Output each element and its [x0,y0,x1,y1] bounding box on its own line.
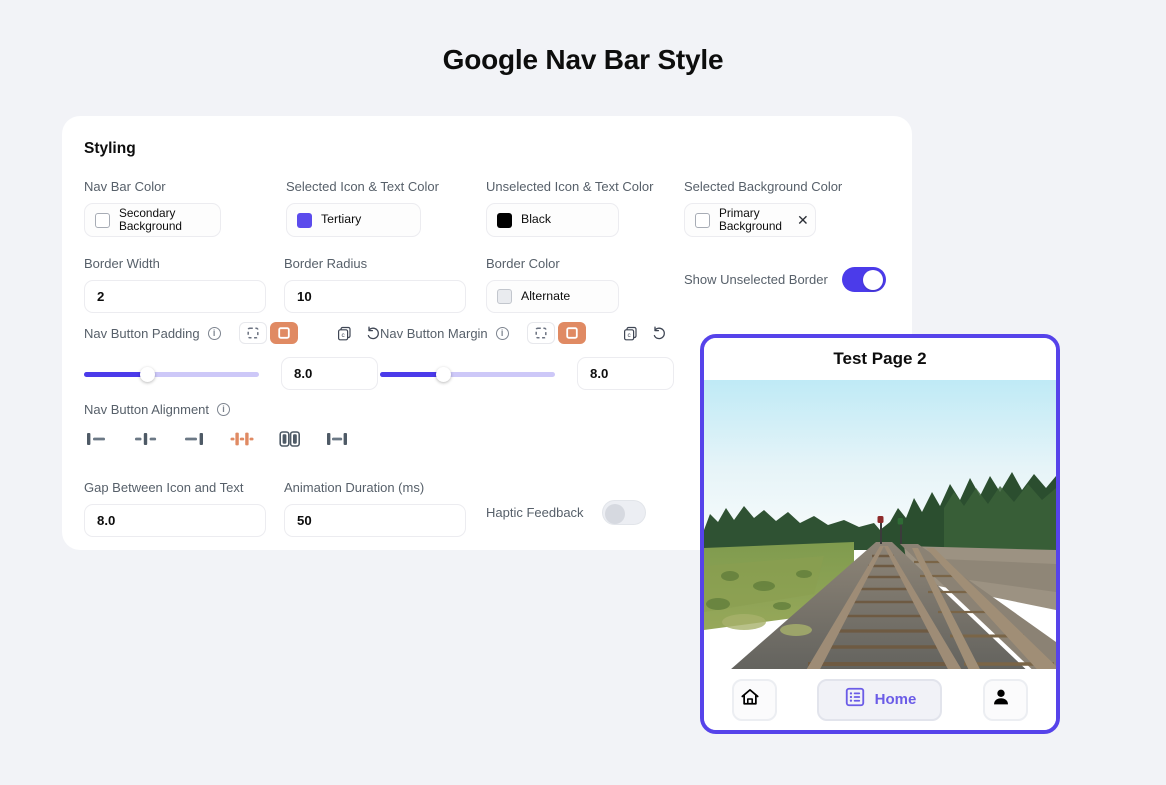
color-swatch-secondary-background [95,212,110,228]
label-nav-button-alignment: Nav Button Alignment [84,402,210,417]
color-picker-unselected-icon-text-color[interactable]: Black [486,203,619,237]
label-border-radius: Border Radius [284,256,368,271]
space-evenly-icon[interactable] [276,428,304,450]
slider-fill [84,371,147,377]
nav-button-margin-slider[interactable] [380,364,555,384]
field-haptic-feedback: Haptic Feedback [486,500,646,525]
field-show-unselected-border: Show Unselected Border [684,267,886,292]
field-nav-bar-color: Nav Bar Color Secondary Background [84,179,221,237]
color-picker-selected-icon-text-color[interactable]: Tertiary [286,203,421,237]
field-selected-background-color: Selected Background Color Primary Backgr… [684,179,842,237]
haptic-feedback-toggle[interactable] [601,500,646,525]
nav-item-home-outline[interactable] [732,678,778,721]
label-nav-button-padding: Nav Button Padding [84,325,200,341]
nav-button-margin-value-input[interactable]: 8.0 [577,357,674,390]
field-unselected-icon-text-color: Unselected Icon & Text Color Black [486,179,653,237]
gap-icon-text-input[interactable]: 8.0 [84,504,266,537]
preview-page-title: Test Page 2 [704,338,1056,380]
field-border-width: Border Width 2 [84,256,266,313]
field-selected-icon-text-color: Selected Icon & Text Color Tertiary [286,179,439,237]
field-gap-icon-text: Gap Between Icon and Text 8.0 [84,480,266,537]
close-icon[interactable]: ✕ [791,213,809,227]
align-start-icon[interactable] [84,428,112,450]
color-swatch-alternate [497,289,512,304]
info-icon[interactable]: i [217,403,231,416]
border-width-input[interactable]: 2 [84,280,266,313]
animation-duration-input[interactable]: 50 [284,504,466,537]
color-value-nav-bar-color: Secondary Background [119,205,182,233]
label-animation-duration: Animation Duration (ms) [284,480,425,495]
nav-button-padding-slider[interactable] [84,364,259,384]
color-swatch-tertiary [297,212,312,228]
toggle-knob [863,269,884,290]
label-gap-icon-text: Gap Between Icon and Text [84,480,244,495]
photo-content [704,380,1056,677]
show-unselected-border-toggle[interactable] [841,267,886,292]
slider-thumb[interactable] [436,366,451,382]
label-haptic-feedback: Haptic Feedback [486,505,584,520]
home-icon [739,686,761,713]
nav-item-label: Home [874,691,917,708]
label-selected-icon-text-color: Selected Icon & Text Color [286,179,439,194]
horizontal-margin-icon[interactable] [526,322,555,344]
slider-thumb[interactable] [140,366,155,382]
label-unselected-icon-text-color: Unselected Icon & Text Color [486,179,654,194]
color-swatch-black [497,212,512,228]
info-icon[interactable]: i [207,326,221,340]
label-selected-background-color: Selected Background Color [684,179,843,194]
color-value-selected-background-color: Primary Background [719,205,782,233]
field-nav-button-alignment: Nav Button Alignment i [84,402,352,450]
nav-button-padding-value-input[interactable]: 8.0 [281,357,378,390]
app-root: Google Nav Bar Style Styling Nav Bar Col… [0,0,1166,785]
nav-item-home-selected[interactable]: Home [817,678,943,721]
label-border-width: Border Width [84,256,160,271]
field-nav-button-margin: Nav Button Margin i c 8.0 [380,322,674,390]
label-border-color: Border Color [486,256,560,271]
railway-track-photo [704,380,1056,677]
color-picker-nav-bar-color[interactable]: Secondary Background [84,203,221,237]
slider-fill [380,371,443,377]
nav-button-alignment-group [84,428,352,450]
field-border-radius: Border Radius 10 [284,256,466,313]
all-padding-icon[interactable] [269,322,298,344]
space-around-icon[interactable] [228,428,256,450]
color-value-unselected-icon-text-color: Black [521,212,552,227]
page-title: Google Nav Bar Style [442,44,724,75]
field-nav-button-padding: Nav Button Padding i c 8.0 [84,322,382,390]
color-picker-selected-background-color[interactable]: Primary Background ✕ [684,203,816,237]
horizontal-padding-icon[interactable] [238,322,267,344]
color-swatch-primary-background [695,212,710,228]
preview-navbar: Home [704,669,1056,730]
align-end-icon[interactable] [180,428,208,450]
nav-button-margin-mode-group [526,322,586,344]
border-radius-input[interactable]: 10 [284,280,466,313]
reset-icon[interactable] [651,325,668,342]
toggle-knob [604,503,625,524]
nav-item-profile[interactable] [982,678,1028,721]
person-icon [990,686,1012,713]
field-border-color: Border Color Alternate [486,256,619,313]
space-between-icon[interactable] [324,428,352,450]
copy-icon[interactable]: c [622,325,639,342]
nav-button-padding-mode-group [238,322,298,344]
color-picker-border-color[interactable]: Alternate [486,280,619,313]
color-value-selected-icon-text-color: Tertiary [321,212,362,227]
phone-preview: Test Page 2 Home [700,334,1060,734]
label-show-unselected-border: Show Unselected Border [684,272,828,287]
list-icon [844,686,866,713]
label-nav-button-margin: Nav Button Margin [380,325,488,341]
color-value-border-color: Alternate [521,288,571,303]
copy-icon[interactable]: c [336,325,353,342]
section-heading-styling: Styling [84,140,136,157]
field-animation-duration: Animation Duration (ms) 50 [284,480,466,537]
label-nav-bar-color: Nav Bar Color [84,179,166,194]
align-center-icon[interactable] [132,428,160,450]
all-margin-icon[interactable] [557,322,586,344]
info-icon[interactable]: i [495,326,509,340]
